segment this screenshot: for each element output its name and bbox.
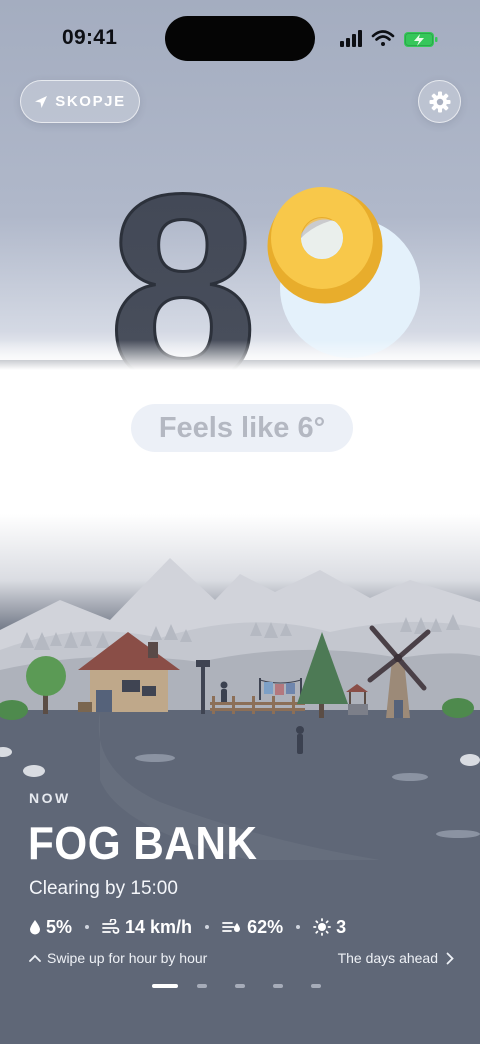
chevron-right-icon	[446, 952, 454, 964]
status-icons	[340, 30, 438, 47]
swipe-up-hint[interactable]: Swipe up for hour by hour	[29, 950, 207, 966]
condition-subtitle: Clearing by 15:00	[29, 878, 178, 899]
separator-dot	[296, 925, 301, 929]
wind-icon	[102, 919, 120, 934]
status-bar: 09:41	[0, 0, 480, 70]
page-dot[interactable]	[311, 984, 321, 988]
person-figure	[220, 681, 228, 705]
page-indicator	[0, 984, 480, 990]
wifi-icon	[371, 30, 395, 46]
page-dot[interactable]	[197, 984, 207, 988]
location-arrow-icon	[35, 95, 48, 108]
dynamic-island	[165, 16, 315, 61]
chevron-up-icon	[29, 954, 41, 962]
scarecrow	[296, 726, 304, 754]
settings-button[interactable]	[418, 80, 461, 123]
uv-metric: 3	[313, 917, 346, 938]
bush-right	[442, 698, 474, 718]
village-scene-illustration	[0, 558, 480, 860]
raindrop-icon	[30, 920, 40, 935]
wind-value: 14 km/h	[125, 916, 193, 937]
page-dot[interactable]	[273, 984, 283, 988]
location-label: SKOPJE	[55, 93, 126, 110]
puddle	[135, 754, 175, 762]
uv-sun-icon	[313, 918, 331, 936]
gear-icon	[429, 91, 450, 112]
wind-metric: 14 km/h	[102, 917, 192, 938]
puddle	[436, 830, 480, 838]
precipitation-value: 5%	[46, 916, 73, 937]
sun-degree-icon	[267, 187, 383, 304]
precipitation-metric: 5%	[29, 917, 72, 938]
condition-title: FOG BANK	[28, 817, 258, 869]
status-time: 09:41	[62, 26, 118, 49]
page-dot[interactable]	[235, 984, 245, 988]
uv-value: 3	[336, 916, 347, 937]
feels-like-badge: Feels like 6°	[131, 404, 353, 452]
page-dot[interactable]	[152, 984, 178, 988]
humidity-icon	[222, 922, 241, 932]
humidity-value: 62%	[247, 916, 284, 937]
location-button[interactable]: SKOPJE	[20, 80, 140, 123]
separator-dot	[85, 925, 90, 929]
separator-dot	[205, 925, 210, 929]
puddle	[392, 773, 428, 781]
now-label: NOW	[29, 790, 71, 806]
metrics-row: 5% 14 km/h 62% 3	[29, 914, 346, 940]
days-ahead-link[interactable]: The days ahead	[338, 950, 454, 966]
cellular-signal-icon	[340, 30, 362, 47]
days-ahead-label: The days ahead	[337, 950, 438, 966]
battery-charging-icon	[404, 32, 438, 47]
humidity-metric: 62%	[222, 917, 283, 938]
swipe-up-label: Swipe up for hour by hour	[47, 950, 208, 966]
